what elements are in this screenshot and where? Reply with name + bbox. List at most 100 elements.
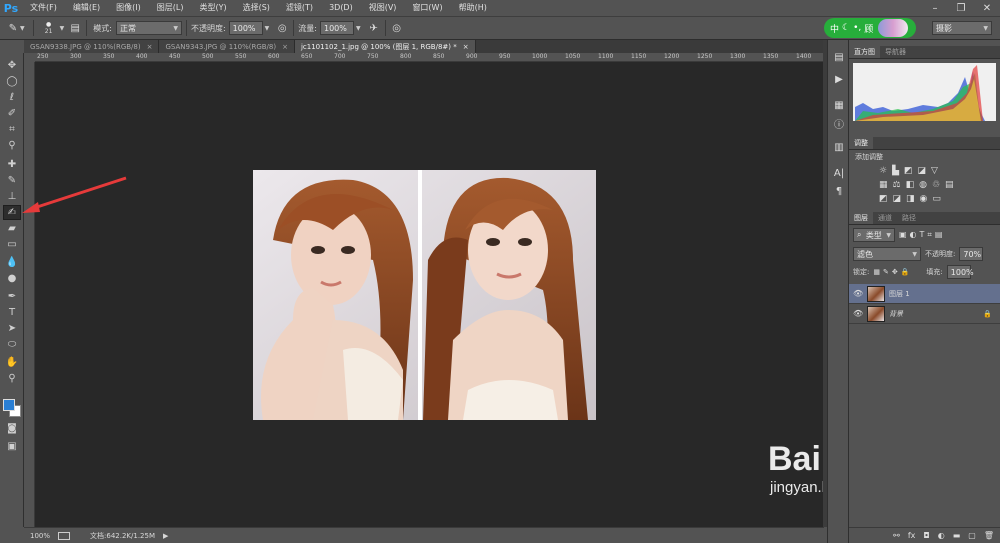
menu-select[interactable]: 选择(S) bbox=[235, 0, 278, 16]
paragraph-icon[interactable]: ¶ bbox=[832, 184, 846, 198]
pressure-opacity-icon[interactable]: ◎ bbox=[275, 21, 289, 35]
export-icon[interactable] bbox=[58, 531, 71, 540]
layer-row-selected[interactable]: 👁 图层 1 bbox=[849, 284, 1000, 304]
flow-input[interactable]: 100% bbox=[319, 21, 354, 35]
threshold-icon[interactable]: ◨ bbox=[906, 194, 915, 204]
pressure-size-icon[interactable]: ◎ bbox=[390, 21, 404, 35]
vibrance-icon[interactable]: ▽ bbox=[931, 166, 938, 176]
eye-icon[interactable]: 👁 bbox=[853, 309, 863, 318]
eraser-tool-icon[interactable]: ▰ bbox=[3, 221, 21, 236]
menu-3d[interactable]: 3D(D) bbox=[321, 0, 361, 16]
adjustment-layer-icon[interactable]: ◐ bbox=[938, 531, 945, 540]
blur-tool-icon[interactable]: 💧 bbox=[3, 255, 21, 270]
type-tool-icon[interactable]: T bbox=[3, 305, 21, 320]
gradient-tool-icon[interactable]: ▭ bbox=[3, 237, 21, 252]
close-icon[interactable]: × bbox=[282, 43, 288, 51]
tab-document-active[interactable]: jc1101102_1.jpg @ 100% (图层 1, RGB/8#) * × bbox=[294, 40, 476, 53]
tab-histogram[interactable]: 直方图 bbox=[849, 46, 880, 58]
selective-color-icon[interactable]: ◉ bbox=[920, 194, 928, 204]
invert-icon[interactable]: ◩ bbox=[879, 194, 888, 204]
hue-saturation-icon[interactable]: ▦ bbox=[879, 180, 888, 190]
healing-brush-tool-icon[interactable]: ✚ bbox=[3, 157, 21, 172]
menu-filter[interactable]: 滤镜(T) bbox=[278, 0, 321, 16]
airbrush-icon[interactable]: ✈ bbox=[367, 21, 381, 35]
tab-document-2[interactable]: GSAN9343.JPG @ 110%(RGB/8) × bbox=[159, 40, 295, 53]
move-tool-icon[interactable]: ✥ bbox=[3, 58, 21, 73]
new-layer-icon[interactable]: ▢ bbox=[968, 531, 976, 540]
layer-kind-select[interactable]: ⌕ 类型 ▼ bbox=[853, 228, 895, 242]
mask-icon[interactable]: ◘ bbox=[923, 531, 929, 540]
tab-document-1[interactable]: GSAN9338.JPG @ 110%(RGB/8) × bbox=[24, 40, 160, 53]
menu-edit[interactable]: 编辑(E) bbox=[65, 0, 108, 16]
actions-play-icon[interactable]: ▶ bbox=[832, 72, 846, 86]
menu-window[interactable]: 窗口(W) bbox=[404, 0, 450, 16]
brush-panel-icon[interactable]: ▤ bbox=[68, 21, 82, 35]
brush-size-picker[interactable]: ● 21 bbox=[38, 18, 60, 38]
chevron-down-icon[interactable]: ▼ bbox=[265, 25, 270, 32]
tab-adjustments[interactable]: 调整 bbox=[849, 137, 873, 149]
swatches-icon[interactable]: ▥ bbox=[832, 140, 846, 154]
menu-view[interactable]: 视图(V) bbox=[361, 0, 405, 16]
eye-icon[interactable]: 👁 bbox=[853, 289, 863, 298]
tab-channels[interactable]: 通道 bbox=[873, 212, 897, 224]
menu-image[interactable]: 图像(I) bbox=[108, 0, 149, 16]
character-icon[interactable]: A| bbox=[832, 166, 846, 180]
lasso-tool-icon[interactable]: ℓ bbox=[3, 90, 21, 105]
menu-layer[interactable]: 图层(L) bbox=[149, 0, 192, 16]
shape-tool-icon[interactable]: ⬭ bbox=[3, 337, 21, 352]
color-balance-icon[interactable]: ⚖ bbox=[893, 180, 901, 190]
pen-tool-icon[interactable]: ✒ bbox=[3, 289, 21, 304]
crop-tool-icon[interactable]: ⌗ bbox=[3, 122, 21, 137]
close-button[interactable]: ✕ bbox=[974, 0, 1000, 16]
minimize-button[interactable]: – bbox=[922, 0, 948, 16]
ime-toolbar[interactable]: 中 ☾ •, 顾 bbox=[824, 18, 916, 38]
layer-name[interactable]: 图层 1 bbox=[889, 289, 910, 299]
path-select-tool-icon[interactable]: ➤ bbox=[3, 321, 21, 336]
eyedropper-tool-icon[interactable]: ⚲ bbox=[3, 138, 21, 153]
chevron-down-icon[interactable]: ▼ bbox=[60, 25, 65, 32]
foreground-color-swatch[interactable] bbox=[3, 399, 15, 411]
tool-preset-icon[interactable]: ✎ bbox=[6, 21, 20, 35]
tab-layers[interactable]: 图层 bbox=[849, 212, 873, 224]
black-white-icon[interactable]: ◧ bbox=[906, 180, 915, 190]
menu-type[interactable]: 类型(Y) bbox=[191, 0, 234, 16]
dodge-tool-icon[interactable]: ● bbox=[3, 271, 21, 286]
workspace-select[interactable]: 摄影 ▼ bbox=[932, 21, 992, 35]
posterize-icon[interactable]: ◪ bbox=[893, 194, 902, 204]
menu-file[interactable]: 文件(F) bbox=[22, 0, 65, 16]
menu-help[interactable]: 帮助(H) bbox=[451, 0, 495, 16]
levels-icon[interactable]: ▙ bbox=[892, 166, 899, 176]
properties-icon[interactable]: ⓘ bbox=[832, 116, 846, 131]
photo-filter-icon[interactable]: ◍ bbox=[919, 180, 927, 190]
hand-tool-icon[interactable]: ✋ bbox=[3, 355, 21, 370]
filter-icons[interactable]: ▣◐T⌗▤ bbox=[899, 230, 946, 240]
mode-select[interactable]: 正常 ▼ bbox=[115, 21, 182, 35]
trash-icon[interactable]: 🗑 bbox=[984, 531, 994, 540]
layer-row-background[interactable]: 👁 背景 🔒 bbox=[849, 304, 1000, 324]
gradient-map-icon[interactable]: ▭ bbox=[932, 194, 941, 204]
quick-select-tool-icon[interactable]: ✐ bbox=[3, 106, 21, 121]
blend-mode-select[interactable]: 滤色 ▼ bbox=[853, 247, 921, 261]
fx-icon[interactable]: fx bbox=[908, 531, 916, 540]
layer-opacity-input[interactable]: 70% bbox=[959, 247, 984, 261]
chevron-down-icon[interactable]: ▼ bbox=[20, 25, 25, 32]
tab-paths[interactable]: 路径 bbox=[897, 212, 921, 224]
link-icon[interactable]: ⚯ bbox=[893, 531, 900, 540]
tab-navigator[interactable]: 导航器 bbox=[880, 46, 911, 58]
folder-icon[interactable]: ▬ bbox=[953, 531, 961, 540]
chevron-right-icon[interactable]: ▶ bbox=[163, 532, 168, 540]
close-icon[interactable]: × bbox=[147, 43, 153, 51]
history-icon[interactable]: ▤ bbox=[832, 50, 846, 64]
zoom-tool-icon[interactable]: ⚲ bbox=[3, 371, 21, 386]
restore-button[interactable]: ❐ bbox=[948, 0, 974, 16]
channel-mixer-icon[interactable]: ♲ bbox=[932, 180, 940, 190]
curves-icon[interactable]: ◩ bbox=[904, 166, 913, 176]
marquee-tool-icon[interactable]: ◯ bbox=[3, 74, 21, 89]
zoom-level[interactable]: 100% bbox=[30, 532, 50, 540]
document-image[interactable] bbox=[253, 170, 596, 420]
exposure-icon[interactable]: ◪ bbox=[918, 166, 927, 176]
color-lookup-icon[interactable]: ▤ bbox=[945, 180, 954, 190]
lock-icons[interactable]: ▦✎✥🔒 bbox=[873, 268, 912, 276]
close-icon[interactable]: × bbox=[463, 43, 469, 51]
brightness-icon[interactable]: ☼ bbox=[879, 166, 887, 176]
